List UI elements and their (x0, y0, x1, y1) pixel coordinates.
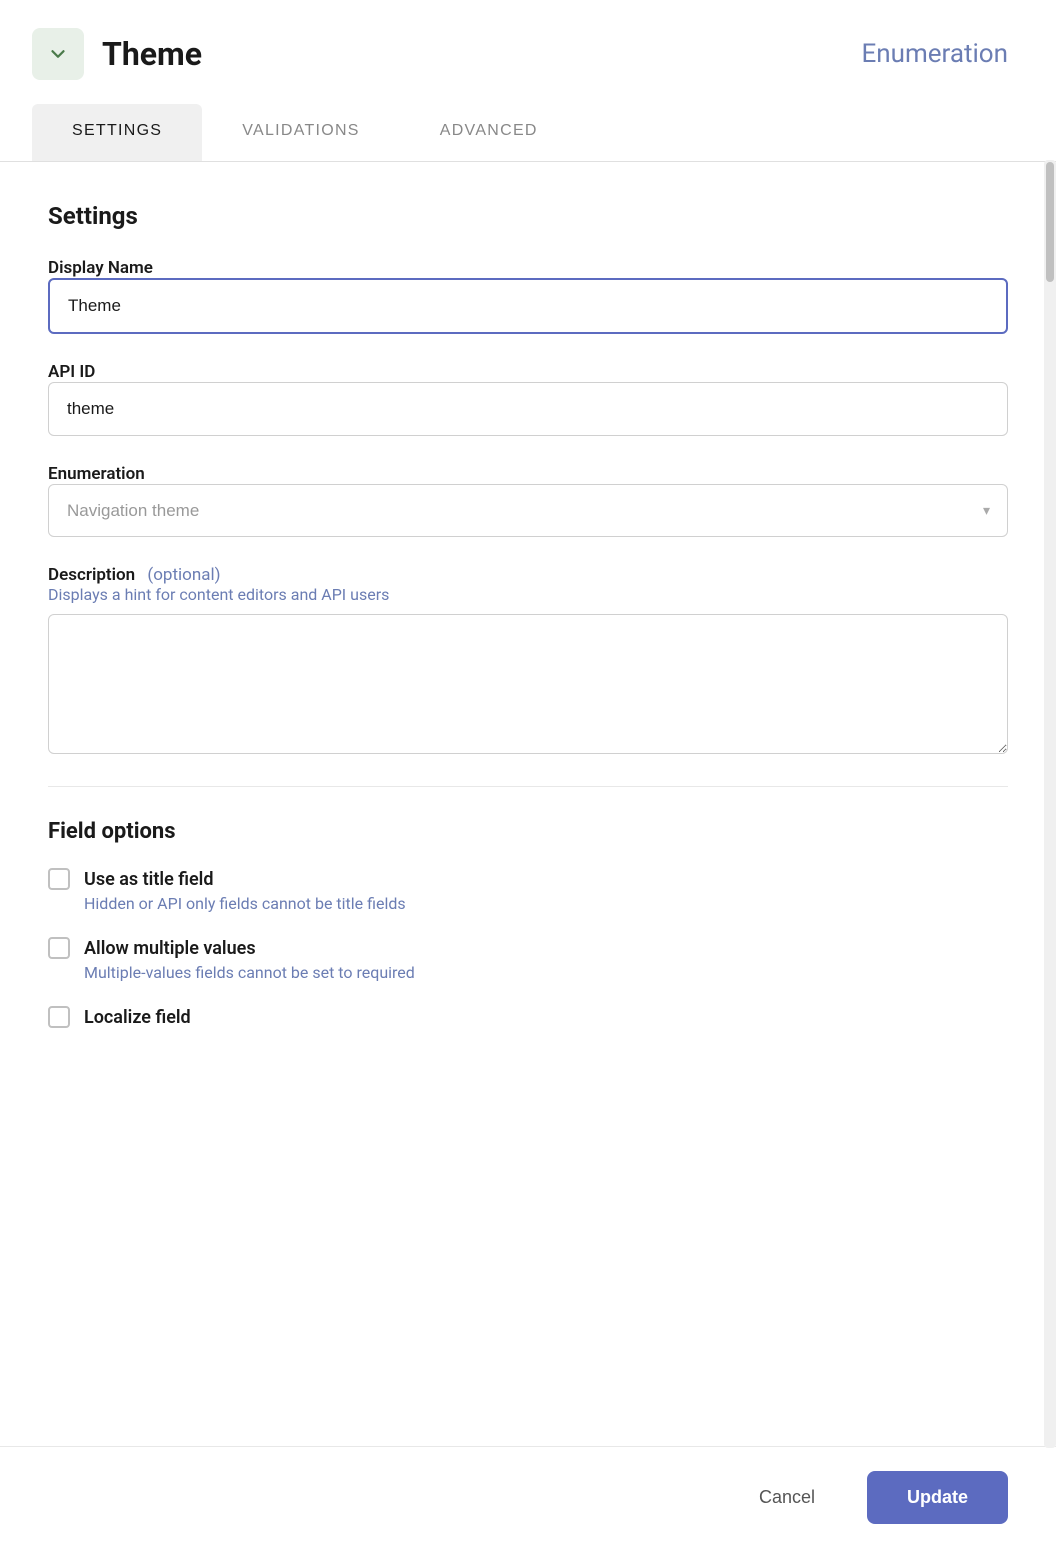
localize-label: Localize field (84, 1007, 191, 1028)
allow-multiple-label: Allow multiple values (84, 938, 256, 959)
localize-checkbox[interactable] (48, 1006, 70, 1028)
scrollbar-thumb (1046, 162, 1054, 282)
api-id-field-group: API ID (48, 362, 1008, 436)
api-id-input[interactable] (48, 382, 1008, 436)
optional-label: (optional) (147, 565, 220, 585)
tab-settings[interactable]: SETTINGS (32, 104, 202, 161)
page-title: Theme (102, 35, 202, 73)
allow-multiple-checkbox[interactable] (48, 937, 70, 959)
use-as-title-label: Use as title field (84, 869, 213, 890)
modal-header: Theme Enumeration (0, 0, 1056, 104)
field-type-icon (32, 28, 84, 80)
cancel-button[interactable]: Cancel (727, 1471, 847, 1524)
allow-multiple-option: Allow multiple values Multiple-values fi… (48, 937, 1008, 982)
display-name-label: Display Name (48, 258, 153, 278)
api-id-label: API ID (48, 362, 95, 382)
enumeration-label: Enumeration (48, 464, 145, 484)
localize-option: Localize field (48, 1006, 1008, 1036)
tab-validations[interactable]: VALIDATIONS (202, 104, 400, 161)
settings-section-title: Settings (48, 202, 1008, 230)
display-name-input[interactable] (48, 278, 1008, 334)
description-field-group: Description (optional) Displays a hint f… (48, 565, 1008, 758)
display-name-field-group: Display Name (48, 258, 1008, 334)
description-hint: Displays a hint for content editors and … (48, 585, 1008, 604)
field-options-group: Use as title field Hidden or API only fi… (48, 868, 1008, 1036)
modal-footer: Cancel Update (0, 1446, 1056, 1548)
tab-bar: SETTINGS VALIDATIONS ADVANCED (0, 104, 1056, 162)
description-textarea[interactable] (48, 614, 1008, 754)
update-button[interactable]: Update (867, 1471, 1008, 1524)
scrollbar[interactable] (1044, 160, 1056, 1448)
use-as-title-desc: Hidden or API only fields cannot be titl… (84, 894, 1008, 913)
section-divider (48, 786, 1008, 787)
field-options-title: Field options (48, 819, 1008, 844)
description-label: Description (optional) (48, 565, 221, 585)
enumeration-select[interactable]: Navigation theme (48, 484, 1008, 537)
enumeration-select-wrapper: Navigation theme ▾ (48, 484, 1008, 537)
field-type-label: Enumeration (861, 39, 1008, 69)
tab-advanced[interactable]: ADVANCED (400, 104, 578, 161)
main-content: Settings Display Name API ID Enumeration… (0, 162, 1056, 1446)
enumeration-field-group: Enumeration Navigation theme ▾ (48, 464, 1008, 537)
allow-multiple-desc: Multiple-values fields cannot be set to … (84, 963, 1008, 982)
use-as-title-option: Use as title field Hidden or API only fi… (48, 868, 1008, 913)
description-label-text: Description (48, 565, 135, 585)
use-as-title-checkbox[interactable] (48, 868, 70, 890)
